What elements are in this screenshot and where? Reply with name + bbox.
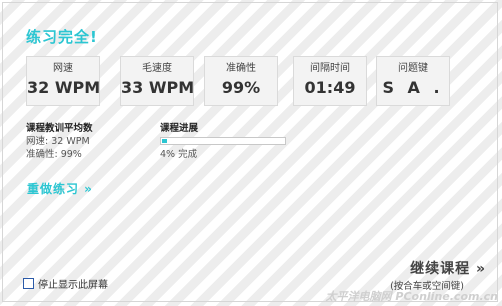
- redo-practice-link[interactable]: 重做练习 »: [27, 180, 93, 197]
- stat-gross-speed: 毛速度 33 WPM: [120, 56, 194, 106]
- stat-label: 准确性: [226, 63, 256, 74]
- lesson-average-accuracy: 准确性: 99%: [26, 149, 82, 160]
- stop-showing-checkbox[interactable]: [23, 278, 34, 289]
- watermark: 太平洋电脑网 PConline.com.cn: [325, 290, 498, 303]
- progress-bar: [160, 137, 286, 145]
- stat-label: 毛速度: [142, 63, 172, 74]
- lesson-progress-heading: 课程进展: [160, 123, 199, 134]
- stat-elapsed-time: 间隔时间 01:49: [293, 56, 367, 106]
- continue-lesson-label[interactable]: 继续课程 »: [390, 258, 486, 278]
- stat-label: 问题键: [398, 63, 428, 74]
- page-title: 练习完全!: [26, 28, 98, 46]
- stat-accuracy: 准确性 99%: [204, 56, 278, 106]
- stat-value: 99%: [221, 78, 261, 97]
- stat-value: 33 WPM: [121, 78, 195, 97]
- stat-label: 网速: [53, 63, 73, 74]
- continue-lesson-button[interactable]: 继续课程 » (按合车或空间键): [390, 258, 486, 292]
- stop-showing-label[interactable]: 停止显示此屏幕: [38, 276, 108, 291]
- stat-label: 间隔时间: [310, 63, 350, 74]
- progress-percent-text: 4% 完成: [160, 149, 198, 160]
- stop-showing-option[interactable]: 停止显示此屏幕: [23, 276, 108, 291]
- stat-net-speed: 网速 32 WPM: [26, 56, 100, 106]
- lesson-average: 课程教训平均数 网速: 32 WPM 准确性: 99%: [26, 122, 93, 161]
- progress-bar-fill: [162, 139, 167, 143]
- stat-value: 01:49: [304, 78, 356, 97]
- stat-value: S A .: [382, 78, 444, 97]
- lesson-progress: 课程进展 4% 完成: [160, 122, 286, 161]
- lesson-average-heading: 课程教训平均数: [26, 123, 93, 134]
- stat-problem-keys: 问题键 S A .: [376, 56, 450, 106]
- lesson-average-speed: 网速: 32 WPM: [26, 136, 90, 147]
- stat-value: 32 WPM: [27, 78, 101, 97]
